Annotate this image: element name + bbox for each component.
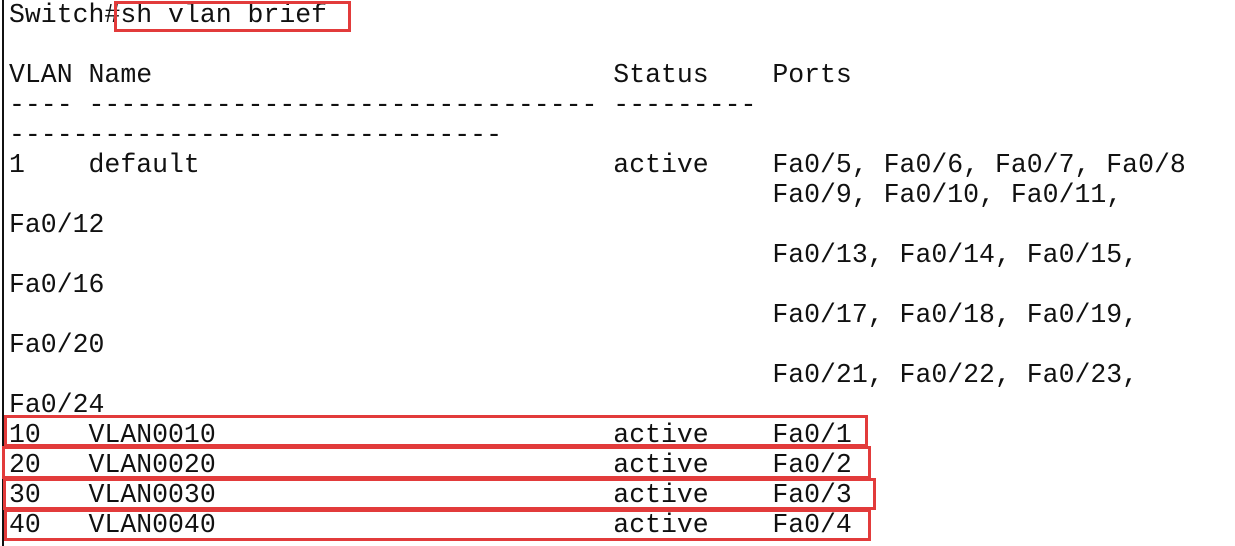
header-separator-wrap: -------------------------------: [9, 120, 502, 150]
vlan-row-30: 30 VLAN0030 active Fa0/3: [9, 480, 852, 510]
terminal-output: Switch#sh vlan brief VLAN Name Status Po…: [0, 0, 1235, 546]
left-border-line: [2, 0, 4, 546]
vlan-row-40: 40 VLAN0040 active Fa0/4: [9, 510, 852, 540]
vlan-1-ports-cont: Fa0/21, Fa0/22, Fa0/23,: [9, 360, 1139, 390]
vlan-1-ports-cont: Fa0/17, Fa0/18, Fa0/19,: [9, 300, 1139, 330]
vlan-1-ports-wrap: Fa0/20: [9, 330, 105, 360]
prompt-command-line: Switch#sh vlan brief: [9, 0, 328, 30]
vlan-row-10: 10 VLAN0010 active Fa0/1: [9, 420, 852, 450]
vlan-row-20: 20 VLAN0020 active Fa0/2: [9, 450, 852, 480]
vlan-row-1: 1 default active Fa0/5, Fa0/6, Fa0/7, Fa…: [9, 150, 1186, 180]
vlan-1-ports-wrap: Fa0/12: [9, 210, 105, 240]
header-separator: ---- -------------------------------- --…: [9, 90, 757, 120]
vlan-1-ports-cont: Fa0/13, Fa0/14, Fa0/15,: [9, 240, 1139, 270]
vlan-1-ports-cont: Fa0/9, Fa0/10, Fa0/11,: [9, 180, 1123, 210]
vlan-1-ports-wrap: Fa0/24: [9, 390, 105, 420]
vlan-1-ports-wrap: Fa0/16: [9, 270, 105, 300]
table-header-row: VLAN Name Status Ports: [9, 60, 852, 90]
